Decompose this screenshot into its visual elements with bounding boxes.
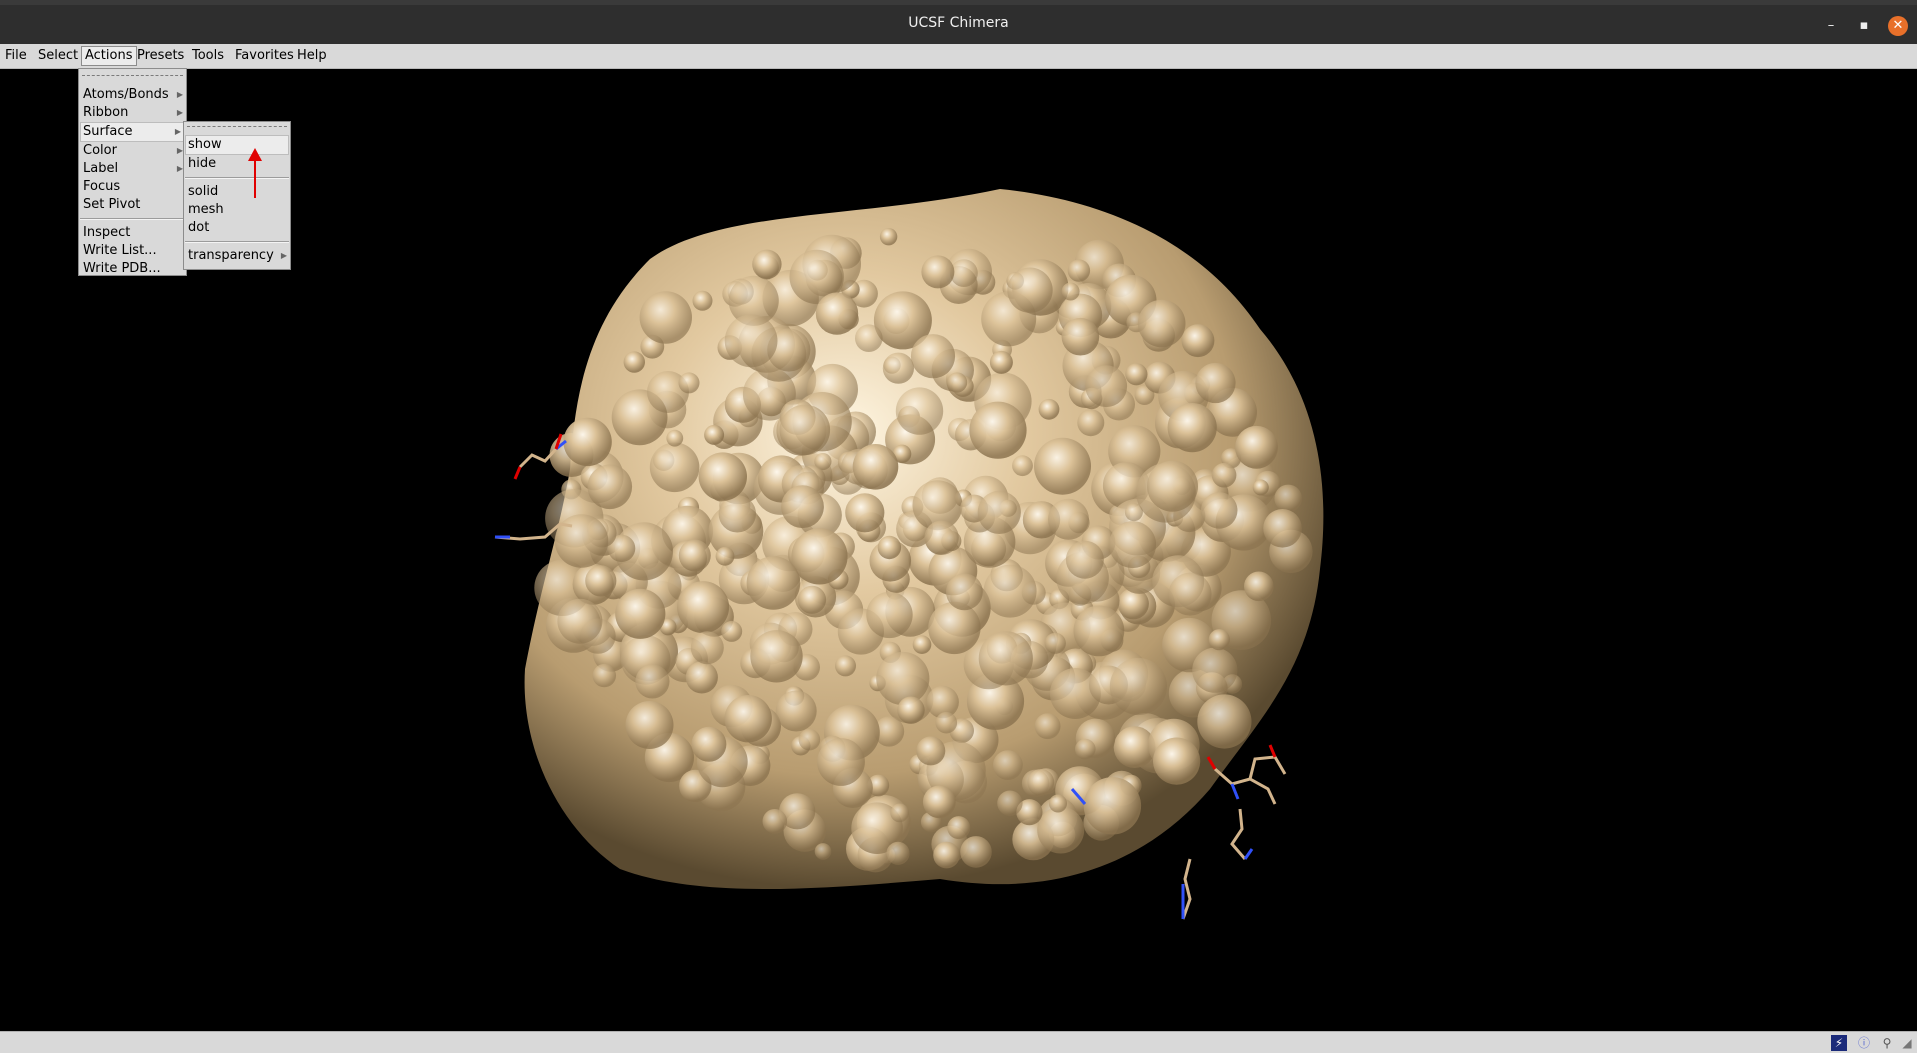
surface-item-transparency[interactable]: transparency ▶: [184, 247, 290, 265]
actions-item-label[interactable]: Label ▶: [79, 160, 186, 178]
submenu-arrow-icon: ▶: [174, 127, 181, 136]
item-label: Atoms/Bonds: [83, 87, 169, 102]
surface-submenu: show hide solid mesh dot transparency ▶: [183, 121, 291, 270]
actions-item-ribbon[interactable]: Ribbon ▶: [79, 104, 186, 122]
item-label: Write PDB...: [83, 261, 161, 276]
surface-item-solid[interactable]: solid: [184, 183, 290, 201]
actions-item-atoms-bonds[interactable]: Atoms/Bonds ▶: [79, 86, 186, 104]
window-title: UCSF Chimera: [908, 15, 1009, 31]
menu-separator: [80, 218, 185, 220]
tear-off-line[interactable]: [82, 75, 183, 86]
lightning-icon[interactable]: ⚡: [1831, 1035, 1847, 1051]
item-label: Write List...: [83, 243, 157, 258]
surface-item-mesh[interactable]: mesh: [184, 201, 290, 219]
close-button[interactable]: ✕: [1888, 16, 1908, 36]
item-label: mesh: [188, 202, 224, 217]
item-label: dot: [188, 220, 210, 235]
actions-menu: Atoms/Bonds ▶ Ribbon ▶ Surface ▶ Color ▶ Lab…: [78, 68, 187, 276]
actions-item-focus[interactable]: Focus: [79, 178, 186, 196]
actions-item-surface[interactable]: Surface ▶: [80, 122, 185, 142]
item-label: transparency: [188, 248, 274, 263]
magnifier-icon[interactable]: ⚲: [1879, 1035, 1895, 1051]
menu-favorites[interactable]: Favorites: [232, 47, 297, 65]
item-label: Label: [83, 161, 119, 176]
actions-item-write-list[interactable]: Write List...: [79, 242, 186, 260]
item-label: Focus: [83, 179, 121, 194]
menu-separator: [185, 177, 289, 179]
surface-item-hide[interactable]: hide: [184, 155, 290, 173]
actions-item-write-pdb[interactable]: Write PDB...: [79, 260, 186, 278]
item-label: Ribbon: [83, 105, 129, 120]
resize-grip-icon[interactable]: ◢: [1899, 1035, 1915, 1051]
menu-actions[interactable]: Actions: [81, 46, 137, 66]
item-label: Surface: [83, 124, 133, 139]
tear-off-line[interactable]: [187, 126, 287, 135]
actions-item-color[interactable]: Color ▶: [79, 142, 186, 160]
menu-tools[interactable]: Tools: [189, 47, 227, 65]
actions-item-set-pivot[interactable]: Set Pivot: [79, 196, 186, 214]
submenu-arrow-icon: ▶: [176, 90, 183, 99]
menu-help[interactable]: Help: [294, 47, 330, 65]
minimize-button[interactable]: –: [1822, 17, 1840, 35]
item-label: show: [188, 137, 222, 152]
menu-bar: File Select Actions Presets Tools Favori…: [0, 44, 1917, 69]
actions-item-inspect[interactable]: Inspect: [79, 224, 186, 242]
title-bar: UCSF Chimera – ▪ ✕: [0, 0, 1917, 44]
surface-item-dot[interactable]: dot: [184, 219, 290, 237]
submenu-arrow-icon: ▶: [280, 251, 287, 260]
menu-select[interactable]: Select: [35, 47, 81, 65]
red-arrow-annotation-icon: [248, 148, 262, 198]
item-label: Set Pivot: [83, 197, 141, 212]
status-bar: ⚡ ⓘ ⚲ ◢: [0, 1031, 1917, 1053]
item-label: Inspect: [83, 225, 131, 240]
menu-separator: [185, 241, 289, 243]
maximize-button[interactable]: ▪: [1855, 17, 1873, 35]
item-label: hide: [188, 156, 217, 171]
submenu-arrow-icon: ▶: [176, 108, 183, 117]
menu-file[interactable]: File: [2, 47, 30, 65]
item-label: solid: [188, 184, 219, 199]
item-label: Color: [83, 143, 117, 158]
surface-item-show[interactable]: show: [185, 135, 289, 155]
menu-presets[interactable]: Presets: [134, 47, 187, 65]
info-icon[interactable]: ⓘ: [1856, 1035, 1872, 1051]
